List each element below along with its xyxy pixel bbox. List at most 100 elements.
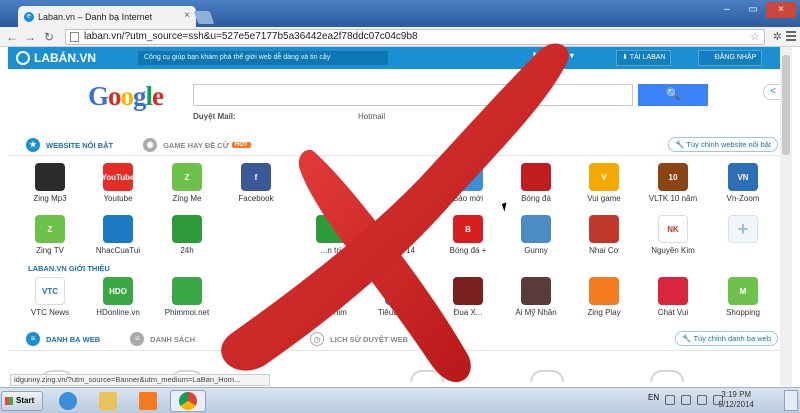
app-label: Ái Mỹ Nhân <box>515 308 557 317</box>
chrome-icon <box>179 392 197 410</box>
category-circle[interactable] <box>410 370 444 382</box>
tray-arrow-icon[interactable] <box>665 395 675 405</box>
app-tile-partial[interactable]: ...n trí <box>296 215 366 265</box>
minimize-button[interactable]: – <box>714 2 740 18</box>
app-tile-123phim[interactable]: 123 123Phim <box>296 277 366 327</box>
app-tile-bong-da[interactable]: Bóng đá <box>501 163 571 213</box>
scrollbar[interactable] <box>780 47 792 386</box>
bookmark-star-icon[interactable]: ☆ <box>750 30 760 44</box>
search-input[interactable] <box>193 84 633 106</box>
app-tile-nhai-co[interactable]: Nhai Cơ <box>569 215 639 265</box>
app-label: Gunny <box>524 246 548 255</box>
new-tab-button[interactable] <box>193 11 215 24</box>
start-button[interactable]: Start <box>1 391 43 411</box>
maximize-button[interactable]: ▭ <box>740 2 766 18</box>
tab-list[interactable]: ≡ DANH SÁCH <box>130 332 195 346</box>
app-label: Zing Mp3 <box>33 194 67 203</box>
taskbar-media[interactable] <box>130 390 166 412</box>
app-tile-zing-mp3[interactable]: Zing Mp3 <box>15 163 85 213</box>
close-window-button[interactable]: × <box>766 2 796 18</box>
nguyen-kim-icon: NK <box>658 215 688 243</box>
app-tile-dua-xe[interactable]: Đua X... <box>433 277 503 327</box>
network-icon[interactable] <box>697 395 707 405</box>
app-tile-youtube[interactable]: YouTube Youtube <box>83 163 153 213</box>
dua-xe-icon <box>453 277 483 305</box>
taskbar-chrome[interactable] <box>170 390 206 412</box>
hotmail-link[interactable]: Hotmail <box>358 112 385 121</box>
menu-icon[interactable] <box>786 31 796 43</box>
app-label: 24h <box>180 246 194 255</box>
divider <box>8 155 780 156</box>
back-icon[interactable]: ← <box>6 30 18 44</box>
extension-icon[interactable]: ✲ <box>773 30 782 43</box>
tab-featured-websites[interactable]: ★ WEBSITE NỔI BẬT <box>26 138 113 152</box>
app-tile-vui-game[interactable]: V Vui game <box>569 163 639 213</box>
app-label: Bóng đá <box>521 194 551 203</box>
language-indicator[interactable]: EN <box>648 393 659 402</box>
phimmoi-icon <box>172 277 202 305</box>
app-tile-tieulongnu[interactable]: TiêuLongNữ <box>365 277 435 327</box>
tab-recommended-games[interactable]: ◉ GAME HAY ĐỀ CỬ HOT <box>143 138 251 152</box>
search-button[interactable]: 🔍 <box>638 84 708 106</box>
app-label: Nhai Cơ <box>589 246 619 255</box>
app-tile-bong-da-plus[interactable]: B Bóng đá + <box>433 215 503 265</box>
address-bar[interactable]: laban.vn/?utm_source=ssh&u=527e5e7177b5a… <box>65 29 765 45</box>
site-logo[interactable]: LABÁN.VN <box>8 51 133 65</box>
taskbar-explorer[interactable] <box>90 390 126 412</box>
directory-label: DANH BẠ WEB <box>46 334 101 344</box>
app-tile-bao-moi[interactable]: Báo mới <box>433 163 503 213</box>
app-tile-shopping[interactable]: M Shopping <box>708 277 778 327</box>
login-button[interactable]: 👤 ĐĂNG NHẬP <box>698 50 763 66</box>
app-tile-phimmoi[interactable]: Phimmoi.net <box>152 277 222 327</box>
app-tile-zing-play[interactable]: Zing Play <box>569 277 639 327</box>
app-label: Vn-Zoom <box>726 194 760 203</box>
app-label: TiêuLongNữ <box>377 308 423 317</box>
clock-icon: ◷ <box>310 332 325 346</box>
app-tile-vn-zoom[interactable]: VN Vn-Zoom <box>708 163 778 213</box>
browser-tab[interactable]: e Laban.vn – Danh bạ Internet × <box>18 6 196 27</box>
intro-heading: LABAN.VN GIỚI THIỆU <box>28 264 110 273</box>
tray-app-icon[interactable] <box>681 395 691 405</box>
chat-vui-icon <box>658 277 688 305</box>
category-circle[interactable] <box>530 370 564 382</box>
show-desktop-button[interactable] <box>784 390 798 411</box>
app-tile-chat-vui[interactable]: Chát Vui <box>638 277 708 327</box>
add-site-button[interactable]: + <box>708 215 778 265</box>
app-tile-kenh14[interactable]: 14 Kênh 14 <box>365 215 435 265</box>
nhaccuatui-icon <box>103 215 133 243</box>
login-label: ĐĂNG NHẬP <box>714 54 757 61</box>
customize-directory-button[interactable]: 🔧 Tùy chỉnh danh bạ web <box>675 331 778 346</box>
customize-sites-button[interactable]: 🔧 Tùy chỉnh website nổi bật <box>668 137 778 152</box>
category-circle[interactable] <box>650 370 684 382</box>
app-tile-vltk[interactable]: 10 VLTK 10 năm <box>638 163 708 213</box>
app-tile-gunny[interactable]: Gunny <box>501 215 571 265</box>
forward-icon[interactable]: → <box>24 30 36 44</box>
app-tile-zing-me[interactable]: Z Zing Me <box>152 163 222 213</box>
reload-icon[interactable]: ↻ <box>44 30 54 44</box>
tab-history[interactable]: ◷ LỊCH SỬ DUYỆT WEB <box>310 332 408 346</box>
logo-text: LABÁN.VN <box>34 51 96 65</box>
app-label: Đua X... <box>453 308 483 317</box>
tieulongnu-icon <box>385 277 415 305</box>
close-tab-icon[interactable]: × <box>184 10 190 21</box>
app-tile-24h[interactable]: 24h <box>152 215 222 265</box>
app-tile-vtc-news[interactable]: VTC VTC News <box>15 277 85 327</box>
24h-icon <box>172 215 202 243</box>
taskbar-ie[interactable] <box>50 390 86 412</box>
system-clock[interactable]: 3:19 PM 5/12/2014 <box>718 390 754 410</box>
tab-web-directory[interactable]: ≡ DANH BẠ WEB <box>26 332 100 346</box>
download-laban-button[interactable]: ⬇ TẢI LABAN <box>616 50 672 66</box>
page-icon <box>70 32 79 42</box>
app-label: Nguyên Kim <box>651 246 695 255</box>
app-tile-nguyen-kim[interactable]: NK Nguyên Kim <box>638 215 708 265</box>
gamepad-icon: ◉ <box>143 138 158 152</box>
app-tile-hdonline[interactable]: HDO HDonline.vn <box>83 277 153 327</box>
app-tile-facebook[interactable]: f Facebook <box>221 163 291 213</box>
vui-game-icon: V <box>589 163 619 191</box>
app-tile-ai-my-nhan[interactable]: Ái Mỹ Nhân <box>501 277 571 327</box>
app-tile-nhaccuatui[interactable]: NhacCuaTui <box>83 215 153 265</box>
scrollbar-thumb[interactable] <box>782 55 790 155</box>
app-label: Zing Me <box>172 194 202 203</box>
mode-dropdown[interactable]: Mặc định ▾ <box>533 51 574 60</box>
app-tile-zing-tv[interactable]: Z Zing TV <box>15 215 85 265</box>
